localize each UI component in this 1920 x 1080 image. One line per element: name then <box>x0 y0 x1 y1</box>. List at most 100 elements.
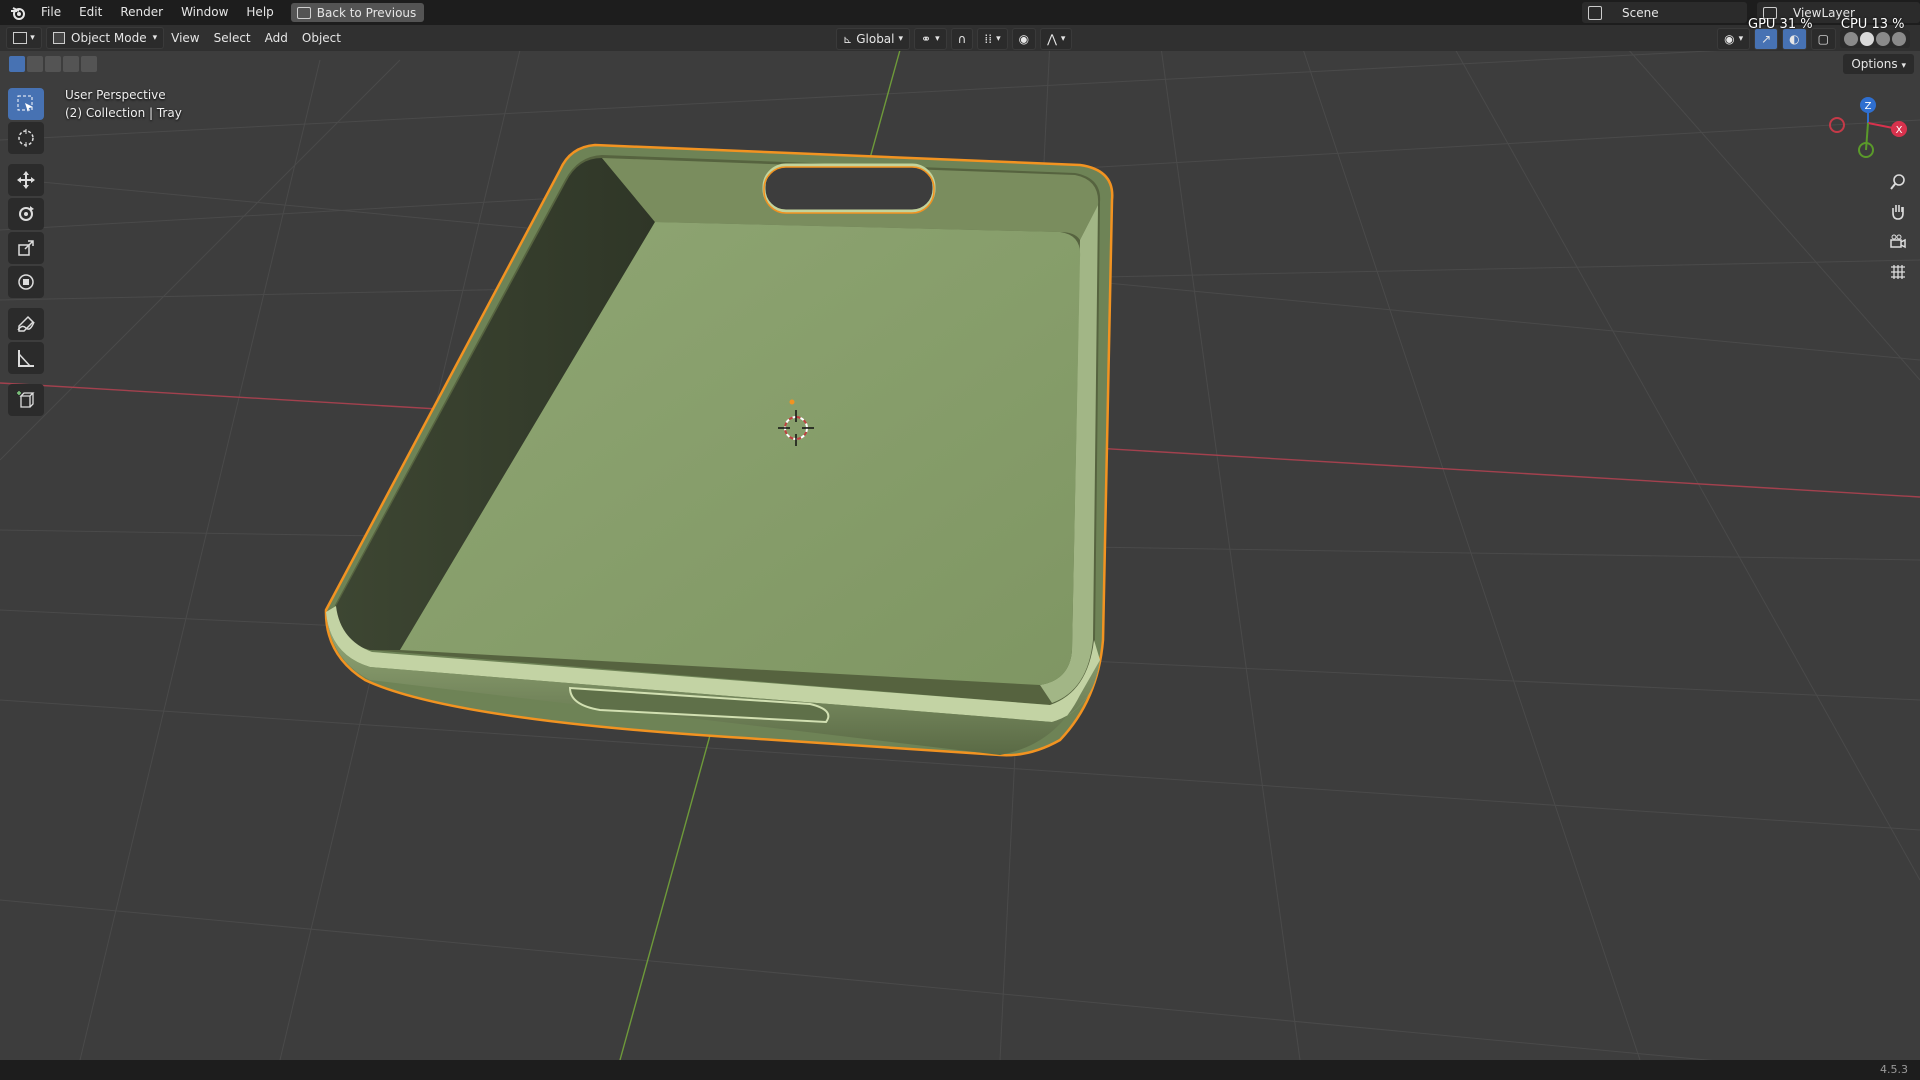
proportional-edit-toggle[interactable]: ◉ <box>1011 28 1037 50</box>
eye-icon: ◉ <box>1724 32 1735 46</box>
menu-edit[interactable]: Edit <box>70 0 111 25</box>
add-cube-tool[interactable] <box>8 384 44 416</box>
pivot-point-selector[interactable]: ⚭ ▾ <box>914 28 947 50</box>
viewport-scene[interactable] <box>0 0 1920 1080</box>
orientation-icon: ⊾ <box>843 32 853 46</box>
rotate-tool[interactable] <box>8 198 44 230</box>
status-bar: 4.5.3 <box>0 1060 1920 1080</box>
options-button[interactable]: Options ▾ <box>1843 54 1914 74</box>
zoom-magnifier-icon <box>1890 174 1905 190</box>
blender-logo-icon[interactable] <box>10 5 26 21</box>
select-extend-icon[interactable] <box>27 56 43 72</box>
annotate-pencil-icon <box>17 315 35 332</box>
tray-object <box>324 143 1114 757</box>
annotate-tool[interactable] <box>8 308 44 340</box>
viewport-info: User Perspective (2) Collection | Tray <box>65 86 182 122</box>
gizmo-x-label: X <box>1896 125 1903 136</box>
chevron-down-icon: ▾ <box>1060 34 1066 44</box>
scale-icon <box>18 240 34 256</box>
move-tool[interactable] <box>8 164 44 196</box>
transform-orientation-selector[interactable]: ⊾ Global ▾ <box>836 28 911 50</box>
xray-icon: ▢ <box>1817 32 1829 46</box>
scale-tool[interactable] <box>8 232 44 264</box>
falloff-selector[interactable]: ⋀ ▾ <box>1040 28 1073 50</box>
pivot-icon: ⚭ <box>921 32 932 46</box>
menu-help[interactable]: Help <box>237 0 282 25</box>
gizmo-icon: ↗ <box>1761 32 1772 46</box>
scene-selector[interactable]: Scene <box>1582 2 1747 23</box>
rendered-shading-icon[interactable] <box>1892 32 1906 46</box>
magnet-icon: ∩ <box>957 32 967 46</box>
snap-target-selector[interactable]: ⁞⁞ ▾ <box>977 28 1008 50</box>
navigation-buttons <box>1882 170 1914 284</box>
camera-view-button[interactable] <box>1882 230 1914 254</box>
measure-tool[interactable] <box>8 342 44 374</box>
performance-stats: GPU 31 % CPU 13 % <box>1748 17 1904 32</box>
scene-name: Scene <box>1622 5 1659 20</box>
header-menu-view[interactable]: View <box>164 28 206 48</box>
viewport-header: ▾ Object Mode ▾ View Select Add Object ⊾… <box>0 25 1920 51</box>
visibility-selector[interactable]: ◉ ▾ <box>1717 28 1751 50</box>
transform-icon <box>18 274 34 290</box>
material-shading-icon[interactable] <box>1876 32 1890 46</box>
add-cube-icon <box>17 391 35 408</box>
mode-selector[interactable]: Object Mode ▾ <box>46 27 165 49</box>
wireframe-shading-icon[interactable] <box>1844 32 1858 46</box>
back-to-previous-label: Back to Previous <box>316 5 417 20</box>
header-menu-add[interactable]: Add <box>258 28 295 48</box>
chevron-down-icon: ▾ <box>30 33 35 43</box>
editor-type-selector[interactable]: ▾ <box>6 27 42 49</box>
ortho-toggle-button[interactable] <box>1882 260 1914 284</box>
shading-mode-group <box>1840 30 1910 48</box>
header-menu-object[interactable]: Object <box>295 28 348 48</box>
scene-icon <box>1588 5 1602 20</box>
version-label: 4.5.3 <box>1880 1063 1908 1076</box>
menu-window[interactable]: Window <box>172 0 237 25</box>
cursor-tool[interactable] <box>8 122 44 154</box>
select-box-icon <box>17 95 33 112</box>
rotate-icon <box>19 206 34 221</box>
collection-label: (2) Collection | Tray <box>65 106 182 120</box>
options-label: Options <box>1851 57 1898 71</box>
grid-ortho-icon <box>1891 265 1905 279</box>
center-header-tools: ⊾ Global ▾ ⚭ ▾ ∩ ⁞⁞ ▾ ◉ ⋀ ▾ <box>836 28 1073 50</box>
menu-file[interactable]: File <box>32 0 70 25</box>
falloff-curve-icon: ⋀ <box>1047 32 1057 46</box>
snap-toggle[interactable]: ∩ <box>950 28 974 50</box>
move-icon <box>17 171 35 189</box>
chevron-down-icon: ▾ <box>935 34 940 44</box>
camera-icon <box>1890 234 1906 249</box>
gpu-stat: GPU 31 % <box>1748 17 1813 32</box>
chevron-down-icon: ▾ <box>1738 34 1744 44</box>
measure-ruler-icon <box>18 350 34 367</box>
chevron-down-icon: ▾ <box>1901 61 1906 71</box>
select-subtract-icon[interactable] <box>45 56 61 72</box>
menu-render[interactable]: Render <box>111 0 172 25</box>
select-new-icon[interactable] <box>9 56 25 72</box>
back-to-previous-button[interactable]: Back to Previous <box>290 3 425 22</box>
selection-mode-group <box>9 56 97 72</box>
overlay-icon: ◐ <box>1789 32 1800 46</box>
zoom-button[interactable] <box>1882 170 1914 194</box>
chevron-down-icon: ▾ <box>996 34 1001 44</box>
snap-grid-icon: ⁞⁞ <box>984 32 993 46</box>
transform-tool[interactable] <box>8 266 44 298</box>
navigation-gizmo[interactable]: Z X <box>1820 95 1920 165</box>
solid-shading-icon[interactable] <box>1860 32 1874 46</box>
hand-pan-icon <box>1892 205 1904 220</box>
object-origin <box>789 399 795 405</box>
orientation-label: Global <box>856 32 895 46</box>
select-box-tool[interactable] <box>8 88 44 120</box>
select-intersect-icon[interactable] <box>81 56 97 72</box>
cursor-icon <box>18 129 34 147</box>
proportional-icon: ◉ <box>1018 32 1030 46</box>
back-screen-icon <box>296 6 311 19</box>
pan-button[interactable] <box>1882 200 1914 224</box>
select-invert-icon[interactable] <box>63 56 79 72</box>
3d-viewport-icon <box>13 32 28 44</box>
cpu-stat: CPU 13 % <box>1840 17 1905 32</box>
chevron-down-icon: ▾ <box>898 34 904 44</box>
chevron-down-icon: ▾ <box>152 33 158 43</box>
header-menu-select[interactable]: Select <box>207 28 258 48</box>
perspective-label: User Perspective <box>65 88 166 102</box>
